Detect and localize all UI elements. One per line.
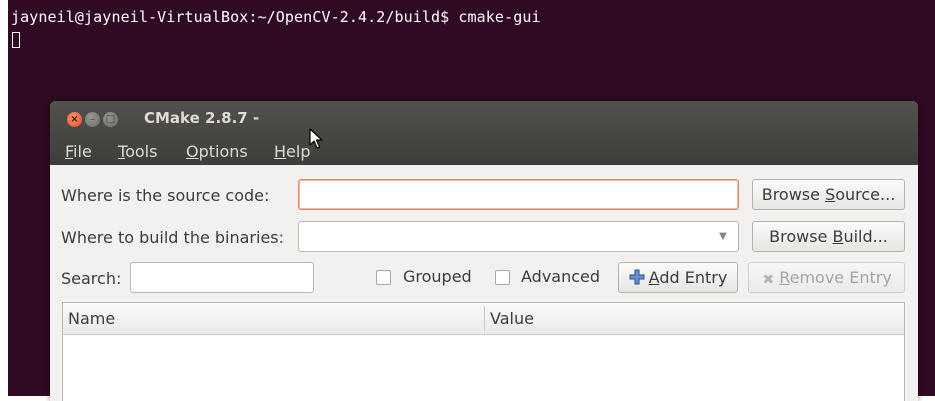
search-label: Search: xyxy=(61,269,122,288)
source-code-input[interactable] xyxy=(298,179,739,210)
column-divider[interactable] xyxy=(484,306,485,331)
plus-icon xyxy=(629,269,645,285)
terminal-prompt-line: jayneil@jayneil-VirtualBox:~/OpenCV-2.4.… xyxy=(11,8,541,26)
chevron-down-icon[interactable]: ▼ xyxy=(708,222,738,251)
menu-options[interactable]: Options xyxy=(186,142,248,161)
title-bar[interactable]: × – □ CMake 2.8.7 - File Tools Options H… xyxy=(50,101,918,165)
build-binaries-label: Where to build the binaries: xyxy=(61,228,285,247)
table-header: Name Value xyxy=(63,303,904,335)
build-binaries-combobox[interactable]: ▼ xyxy=(298,221,739,252)
remove-entry-button[interactable]: ✖ Remove Entry xyxy=(748,262,905,293)
close-window-icon[interactable]: × xyxy=(67,112,82,127)
grouped-label: Grouped xyxy=(403,267,472,286)
cache-entries-table[interactable]: Name Value xyxy=(62,302,905,401)
menu-file[interactable]: File xyxy=(65,142,92,161)
menu-help[interactable]: Help xyxy=(274,142,310,161)
browse-source-button[interactable]: Browse Source... xyxy=(752,179,905,210)
grouped-checkbox[interactable] xyxy=(376,270,391,285)
source-code-label: Where is the source code: xyxy=(61,186,270,205)
cmake-window: × – □ CMake 2.8.7 - File Tools Options H… xyxy=(50,101,918,401)
column-header-name[interactable]: Name xyxy=(68,309,115,328)
window-title: CMake 2.8.7 - xyxy=(144,109,260,127)
terminal-cursor xyxy=(12,32,20,48)
menu-bar: File Tools Options Help xyxy=(50,139,918,165)
browse-build-button[interactable]: Browse Build... xyxy=(752,221,905,252)
add-entry-button[interactable]: Add Entry xyxy=(618,262,738,293)
maximize-window-icon[interactable]: □ xyxy=(103,112,118,127)
remove-icon: ✖ xyxy=(762,272,775,288)
mouse-pointer-icon xyxy=(309,128,323,149)
column-header-value[interactable]: Value xyxy=(490,309,534,328)
advanced-label: Advanced xyxy=(521,267,601,286)
minimize-window-icon[interactable]: – xyxy=(85,112,100,127)
menu-tools[interactable]: Tools xyxy=(118,142,157,161)
advanced-checkbox[interactable] xyxy=(495,270,510,285)
search-input[interactable] xyxy=(130,262,314,293)
